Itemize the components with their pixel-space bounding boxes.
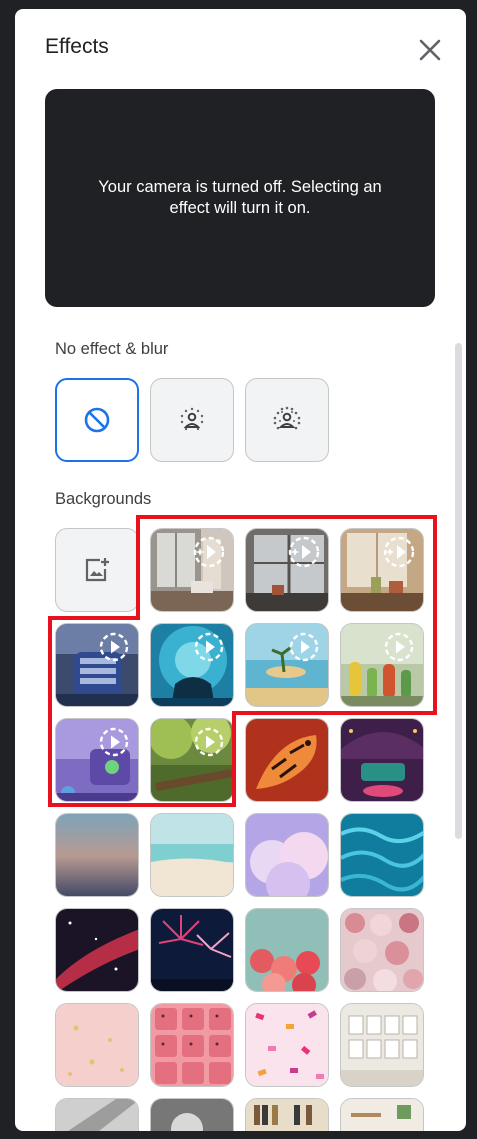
background-item-row7-4[interactable] [340,1098,424,1131]
background-pink-pattern[interactable] [150,1003,234,1087]
sparkle-play-icon [383,536,415,568]
gallery-wall-image [341,1004,423,1086]
background-night-venue[interactable] [340,718,424,802]
background-pink-flowers[interactable] [245,908,329,992]
background-room-window-3[interactable] [340,528,424,612]
rose-bouquet-image [341,909,423,991]
sandy-beach-image [151,814,233,896]
background-fireworks[interactable] [150,908,234,992]
sparkle-play-icon [193,536,225,568]
background-room-window-1[interactable] [150,528,234,612]
blur-button[interactable] [245,378,329,462]
confetti-image [246,1004,328,1086]
background-confetti[interactable] [245,1003,329,1087]
grey-room-image [56,1099,138,1131]
background-pastel-clouds[interactable] [245,813,329,897]
block-icon [84,407,110,433]
background-item-row7-2[interactable] [150,1098,234,1131]
fireworks-image [151,909,233,991]
background-spaceship-seat[interactable] [55,623,139,707]
galaxy-image [56,909,138,991]
slight-blur-person-icon [180,407,204,431]
shelf-room-image [341,1099,423,1131]
pink-bokeh-image [56,1004,138,1086]
background-room-window-2[interactable] [245,528,329,612]
blur-person-icon [273,406,301,430]
no-effect-button[interactable] [55,378,139,462]
sunset-gradient-image [56,814,138,896]
blur-section-title: No effect & blur [55,340,169,358]
close-icon[interactable] [415,35,445,65]
bookshelf-image [246,1099,328,1131]
play-icon [194,632,224,662]
pink-flowers-image [246,909,328,991]
pastel-clouds-image [246,814,328,896]
background-galaxy[interactable] [55,908,139,992]
play-icon [289,632,319,662]
add-background-button[interactable] [55,528,139,612]
pink-pattern-image [151,1004,233,1086]
background-gallery-wall[interactable] [340,1003,424,1087]
slight-blur-button[interactable] [150,378,234,462]
lamp-room-image [151,1099,233,1131]
camera-preview: Your camera is turned off. Selecting an … [45,89,435,307]
play-icon [99,727,129,757]
background-water-ripples[interactable] [340,813,424,897]
background-underwater[interactable] [150,623,234,707]
play-icon [194,727,224,757]
background-item-row7-3[interactable] [245,1098,329,1131]
background-classroom-plants[interactable] [340,623,424,707]
add-photo-icon [85,558,109,582]
night-venue-image [341,719,423,801]
background-rose-bouquet[interactable] [340,908,424,992]
sparkle-play-icon [288,536,320,568]
scrollbar[interactable] [455,343,462,839]
background-item-row7-1[interactable] [55,1098,139,1131]
backgrounds-section-title: Backgrounds [55,490,152,508]
background-beach-island[interactable] [245,623,329,707]
play-icon [99,632,129,662]
background-forest-log[interactable] [150,718,234,802]
background-purple-scene[interactable] [55,718,139,802]
background-sunset-gradient[interactable] [55,813,139,897]
camera-off-message: Your camera is turned off. Selecting an … [98,178,382,217]
background-pink-bokeh[interactable] [55,1003,139,1087]
panel-title: Effects [45,35,109,58]
background-sandy-beach[interactable] [150,813,234,897]
tiger-image [246,719,328,801]
play-icon [384,632,414,662]
water-ripples-image [341,814,423,896]
effects-panel: Effects Your camera is turned off. Selec… [15,9,466,1131]
background-tiger[interactable] [245,718,329,802]
